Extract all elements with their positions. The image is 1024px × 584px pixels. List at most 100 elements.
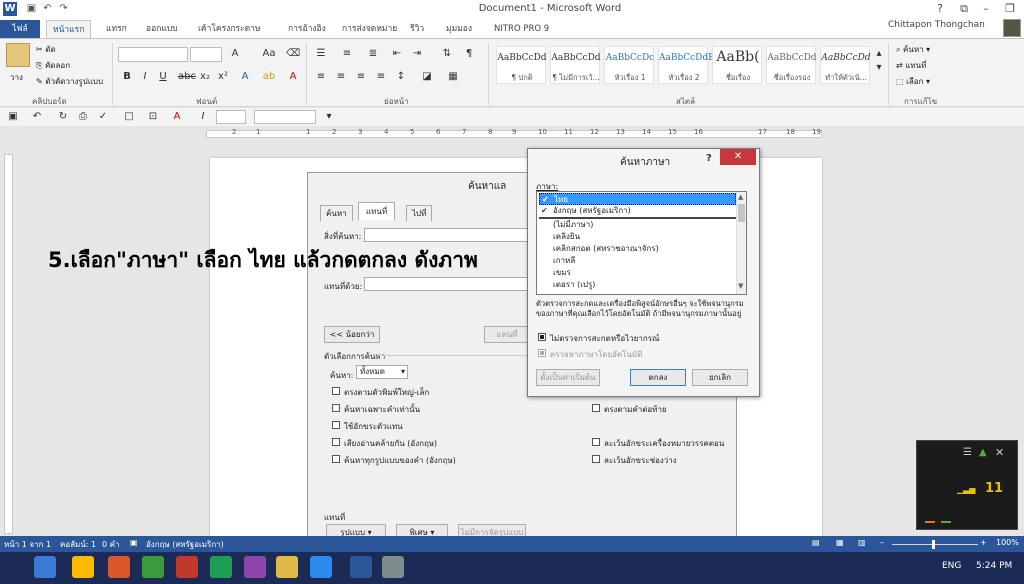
print-layout-icon[interactable]: ▦ — [836, 538, 844, 547]
sounds-like-checkbox[interactable] — [332, 438, 340, 446]
search-direction-select[interactable]: ทั้งหมด ▾ — [356, 365, 408, 379]
underline-icon[interactable]: U — [156, 70, 170, 84]
tab-design[interactable]: ออกแบบ — [140, 20, 184, 38]
italic-icon[interactable]: I — [196, 110, 210, 124]
change-case-icon[interactable]: Aa — [262, 47, 276, 61]
format-painter-button[interactable]: ✎ ตัวคัดวางรูปแบบ — [36, 75, 103, 88]
language-list[interactable]: ✔ ไทย ✔ อังกฤษ (สหรัฐอเมริกา) (ไม่มีภาษา) … — [536, 191, 747, 295]
minimize-icon[interactable]: – — [974, 0, 998, 18]
media-player-icon[interactable] — [310, 556, 332, 578]
tab-replace[interactable]: แทนที่ — [358, 202, 396, 220]
app-icon[interactable] — [244, 556, 266, 578]
ie-icon[interactable] — [34, 556, 56, 578]
tab-home[interactable]: หน้าแรก — [46, 20, 92, 38]
line-spacing-icon[interactable]: ↕ — [394, 70, 408, 84]
clock[interactable]: 5:24 PM — [976, 561, 1012, 571]
menu-icon[interactable]: ☰ — [963, 447, 972, 458]
grow-font-icon[interactable]: A — [228, 47, 242, 61]
decrease-indent-icon[interactable]: ⇤ — [390, 47, 404, 61]
app-icon[interactable] — [108, 556, 130, 578]
set-default-button[interactable]: ตั้งเป็นค่าเริ่มต้น — [536, 369, 600, 386]
sort-icon[interactable]: ⇅ — [440, 47, 454, 61]
page-count[interactable]: หน้า 1 จาก 1 — [4, 538, 51, 551]
font-name-combo[interactable] — [118, 47, 188, 62]
justify-icon[interactable]: ≡ — [374, 70, 388, 84]
copy-button[interactable]: ⎘ คัดลอก — [36, 59, 70, 72]
replace-button[interactable]: ⇄ แทนที่ — [896, 59, 926, 72]
replace-button[interactable]: แทนที่ — [484, 326, 530, 343]
language-item[interactable]: เคลิกสกอต (สหราชอาณาจักร) — [539, 243, 736, 255]
scroll-thumb[interactable] — [738, 204, 745, 222]
help-icon[interactable]: ? — [706, 153, 712, 164]
wildcards-checkbox[interactable] — [332, 421, 340, 429]
word-taskbar-icon[interactable] — [350, 556, 372, 578]
avatar[interactable] — [1003, 19, 1021, 37]
font-color-icon[interactable]: A — [286, 70, 300, 84]
close-icon[interactable]: ✕ — [720, 149, 756, 165]
tab-nitro[interactable]: NITRO PRO 9 — [488, 20, 555, 38]
less-button[interactable]: << น้อยกว่า — [324, 326, 380, 343]
triangle-icon[interactable]: ▲ — [979, 447, 987, 458]
language-item[interactable]: เคลิงยิน — [539, 231, 736, 243]
app-icon[interactable] — [276, 556, 298, 578]
web-layout-icon[interactable]: ▥ — [858, 538, 866, 547]
more-commands-icon[interactable]: ▾ — [322, 110, 336, 124]
multilevel-icon[interactable]: ≣ — [366, 47, 380, 61]
style-no-spacing[interactable]: AaBbCcDd ¶ ไม่มีการเว้... — [550, 46, 601, 84]
tab-goto[interactable]: ไปที่ — [406, 205, 433, 221]
italic-icon[interactable]: I — [138, 70, 152, 84]
bullets-icon[interactable]: ☰ — [314, 47, 328, 61]
no-proofing-checkbox[interactable] — [538, 333, 546, 341]
increase-indent-icon[interactable]: ⇥ — [410, 47, 424, 61]
tab-view[interactable]: มุมมอง — [440, 20, 478, 38]
user-name[interactable]: Chittapon Thongchan — [888, 20, 985, 30]
select-button[interactable]: ⬚ เลือก ▾ — [896, 75, 930, 88]
qat-style-combo[interactable] — [254, 110, 316, 124]
styles-scroll-down-icon[interactable]: ▾ — [872, 61, 886, 75]
style-subtitle[interactable]: AaBbCcDd ชื่อเรื่องรอง — [766, 46, 817, 84]
ignore-space-checkbox[interactable] — [592, 455, 600, 463]
zoom-in-icon[interactable]: + — [980, 538, 987, 547]
style-emphasis[interactable]: AaBbCcDd ทำให้ตัวเน้... — [820, 46, 871, 84]
subscript-icon[interactable]: x₂ — [198, 70, 212, 84]
style-heading-2[interactable]: AaBbCcDdE หัวเรื่อง 2 — [658, 46, 715, 84]
zoom-level[interactable]: 100% — [996, 538, 1019, 547]
styles-scroll-up-icon[interactable]: ▴ — [872, 47, 886, 61]
shading-icon[interactable]: ◪ — [420, 70, 434, 84]
maximize-icon[interactable]: ❐ — [998, 0, 1022, 18]
zoom-slider[interactable] — [892, 544, 978, 545]
repeat-icon[interactable]: ↻ — [56, 110, 70, 124]
find-button[interactable]: ⌕ ค้นหา ▾ — [896, 43, 930, 56]
spelling-icon[interactable]: ✓ — [96, 110, 110, 124]
tab-file[interactable]: ไฟล์ — [0, 20, 40, 38]
qat-font-size-combo[interactable] — [216, 110, 246, 124]
save-icon[interactable]: ▣ — [6, 110, 20, 124]
zoom-out-icon[interactable]: – — [880, 538, 884, 547]
align-right-icon[interactable]: ≡ — [354, 70, 368, 84]
numbering-icon[interactable]: ≡ — [340, 47, 354, 61]
ribbon-display-icon[interactable]: ⧉ — [952, 0, 976, 18]
ignore-punct-checkbox[interactable] — [592, 438, 600, 446]
ok-button[interactable]: ตกลง — [630, 369, 686, 386]
undo-icon[interactable]: ↶ — [42, 3, 53, 14]
tab-insert[interactable]: แทรก — [100, 20, 133, 38]
word-forms-checkbox[interactable] — [332, 455, 340, 463]
input-language[interactable]: ENG — [942, 561, 961, 571]
match-suffix-checkbox[interactable] — [592, 404, 600, 412]
app-icon[interactable] — [176, 556, 198, 578]
language-item[interactable]: เกาหลี — [539, 255, 736, 267]
scroll-down-icon[interactable]: ▼ — [738, 282, 743, 290]
bold-icon[interactable]: B — [120, 70, 134, 84]
whole-word-checkbox[interactable] — [332, 404, 340, 412]
align-left-icon[interactable]: ≡ — [314, 70, 328, 84]
font-size-combo[interactable] — [190, 47, 222, 62]
style-normal[interactable]: AaBbCcDd ¶ ปกติ — [496, 46, 547, 84]
language-item-english-us[interactable]: ✔ อังกฤษ (สหรัฐอเมริกา) — [539, 205, 736, 217]
language-item[interactable]: เตอรา (เปรู) — [539, 279, 736, 291]
save-icon[interactable]: ▣ — [26, 3, 37, 14]
strikethrough-icon[interactable]: abc — [178, 70, 196, 84]
replace-with-input[interactable] — [364, 277, 530, 291]
align-center-icon[interactable]: ≡ — [334, 70, 348, 84]
column-info[interactable]: คอลัมน์: 1 — [60, 538, 96, 551]
font-color-icon[interactable]: A — [170, 110, 184, 124]
